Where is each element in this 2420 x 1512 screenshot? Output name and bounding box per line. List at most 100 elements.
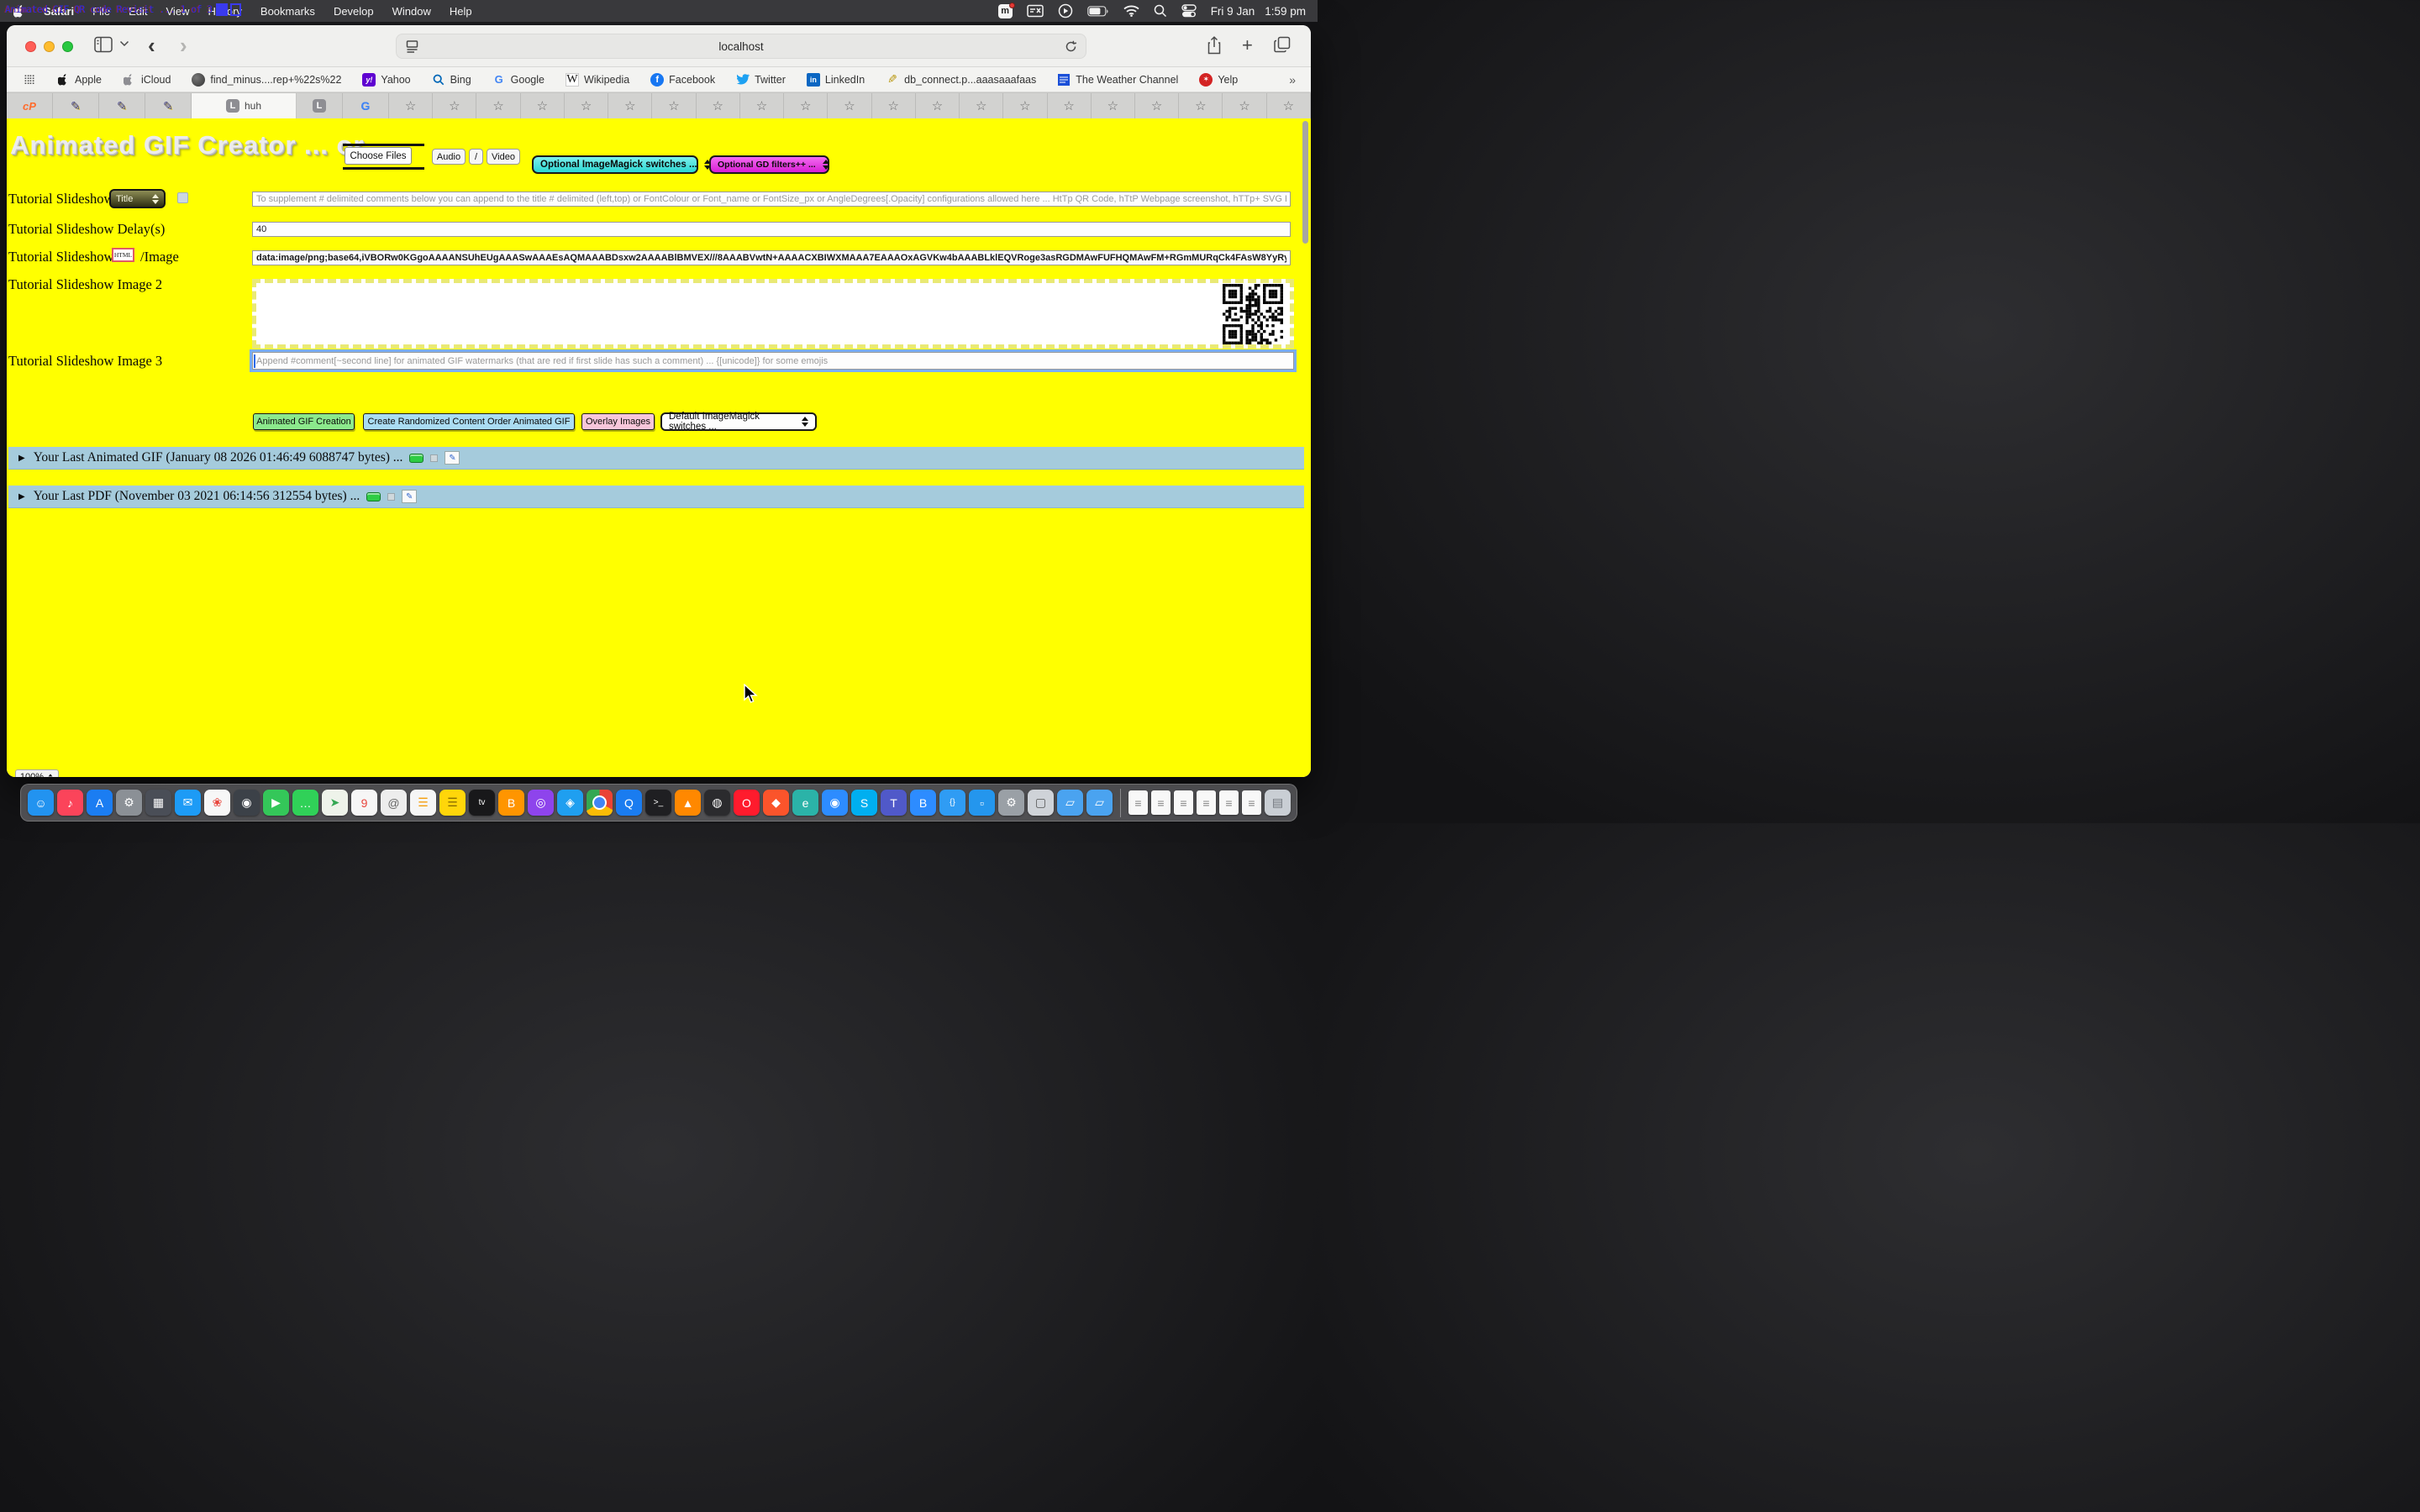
- tab-star[interactable]: ☆: [565, 93, 608, 118]
- tab-active-huh[interactable]: Lhuh: [192, 93, 297, 118]
- dock-facetime-icon[interactable]: ▶: [263, 790, 289, 816]
- last-pdf-summary[interactable]: ▶ Your Last PDF (November 03 2021 06:14:…: [8, 486, 1304, 508]
- bookmark-yahoo[interactable]: y!Yahoo: [362, 73, 410, 87]
- tab-l[interactable]: L: [297, 93, 343, 118]
- tab-star[interactable]: ☆: [916, 93, 960, 118]
- control-center-icon[interactable]: [1181, 4, 1197, 18]
- close-button[interactable]: [25, 41, 36, 52]
- tab-star[interactable]: ☆: [872, 93, 916, 118]
- dock-launchpad-icon[interactable]: ▦: [145, 790, 171, 816]
- dock-brave-icon[interactable]: ◆: [763, 790, 789, 816]
- bookmark-db-connect-p-aaasaaafaas[interactable]: ✎db_connect.p...aaasaaafaas: [886, 73, 1036, 87]
- bookmark-apple[interactable]: Apple: [56, 73, 102, 87]
- sidebar-toggle-icon[interactable]: [94, 36, 113, 53]
- tab-star[interactable]: ☆: [608, 93, 652, 118]
- edit-document-icon[interactable]: ✎: [402, 490, 417, 503]
- dock-document-icon[interactable]: ≡: [1151, 790, 1171, 815]
- dock-document-icon[interactable]: ≡: [1197, 790, 1216, 815]
- spotlight-search-icon[interactable]: [1154, 4, 1167, 18]
- tab-star[interactable]: ☆: [1048, 93, 1092, 118]
- dock-music-icon[interactable]: ♪: [57, 790, 83, 816]
- image2-drop-zone[interactable]: [252, 279, 1294, 349]
- bookmark-grid[interactable]: ⣿⣿: [22, 73, 35, 87]
- share-icon[interactable]: [1207, 36, 1222, 55]
- dock-books-icon[interactable]: B: [498, 790, 524, 816]
- dock-document-icon[interactable]: ≡: [1128, 790, 1148, 815]
- dock-folder-documents-icon[interactable]: ▱: [1086, 790, 1113, 816]
- imagemagick-switches-select[interactable]: Optional ImageMagick switches ...: [532, 155, 698, 174]
- dock-contacts-icon[interactable]: @: [381, 790, 407, 816]
- dock-photos-icon[interactable]: ❀: [204, 790, 230, 816]
- edit-document-icon[interactable]: ✎: [445, 451, 460, 465]
- dock-document-icon[interactable]: ≡: [1219, 790, 1239, 815]
- slash-button[interactable]: /: [469, 149, 483, 165]
- title-supplement-input[interactable]: [252, 192, 1291, 207]
- tab-star[interactable]: ☆: [960, 93, 1003, 118]
- tab-star[interactable]: ☆: [1135, 93, 1179, 118]
- dock-docker-icon[interactable]: ▫: [969, 790, 995, 816]
- tab-star[interactable]: ☆: [1267, 93, 1311, 118]
- dock-notes-icon[interactable]: ☰: [439, 790, 466, 816]
- mini-square-icon[interactable]: [387, 493, 395, 501]
- mini-square-icon[interactable]: [430, 454, 438, 462]
- tab-star[interactable]: ☆: [697, 93, 740, 118]
- dock-system-settings-icon[interactable]: ⚙: [116, 790, 142, 816]
- dock-skype-icon[interactable]: S: [851, 790, 877, 816]
- tab-overview-icon[interactable]: [1274, 36, 1291, 53]
- bookmark-wikipedia[interactable]: WWikipedia: [566, 73, 629, 87]
- dock-tv-icon[interactable]: tv: [469, 790, 495, 816]
- dock-photo-booth-icon[interactable]: ◉: [234, 790, 260, 816]
- dock-trash-icon[interactable]: ▤: [1265, 790, 1291, 816]
- menu-clock[interactable]: 1:59 pm: [1265, 5, 1306, 18]
- randomized-gif-button[interactable]: Create Randomized Content Order Animated…: [363, 413, 575, 430]
- dock-edge-icon[interactable]: e: [792, 790, 818, 816]
- bookmark-bing[interactable]: Bing: [432, 73, 471, 87]
- menu-date[interactable]: Fri 9 Jan: [1211, 5, 1255, 18]
- bookmark-google[interactable]: GGoogle: [492, 73, 544, 87]
- tab-pencil[interactable]: ✎: [53, 93, 99, 118]
- dock-chrome-icon[interactable]: [587, 790, 613, 816]
- page-format-icon[interactable]: [405, 39, 419, 58]
- tab-star[interactable]: ☆: [476, 93, 520, 118]
- dock-terminal-icon[interactable]: >_: [645, 790, 671, 816]
- bookmark-icloud[interactable]: iCloud: [123, 73, 171, 87]
- tab-star[interactable]: ☆: [652, 93, 696, 118]
- tab-pencil[interactable]: ✎: [99, 93, 145, 118]
- default-imagemagick-select[interactable]: Default ImageMagick switches ...: [660, 412, 817, 431]
- minimize-button[interactable]: [44, 41, 55, 52]
- new-tab-icon[interactable]: +: [1242, 34, 1253, 56]
- bookmark-twitter[interactable]: Twitter: [736, 73, 786, 87]
- bookmark-facebook[interactable]: fFacebook: [650, 73, 715, 87]
- menu-extra-app-icon[interactable]: m: [998, 4, 1013, 18]
- disclosure-triangle-icon[interactable]: ▶: [18, 492, 25, 501]
- tab-star[interactable]: ☆: [740, 93, 784, 118]
- tab-star[interactable]: ☆: [521, 93, 565, 118]
- tab-star[interactable]: ☆: [433, 93, 476, 118]
- tab-star[interactable]: ☆: [1223, 93, 1266, 118]
- dock-podcasts-icon[interactable]: ◎: [528, 790, 554, 816]
- dock-messages-icon[interactable]: …: [292, 790, 318, 816]
- animated-gif-creation-button[interactable]: Animated GIF Creation: [253, 413, 355, 430]
- menu-item-bookmarks[interactable]: Bookmarks: [260, 5, 315, 18]
- bookmark-find-minus-rep-22s-22[interactable]: find_minus....rep+%22s%22: [192, 73, 341, 87]
- tab-pencil[interactable]: ✎: [145, 93, 192, 118]
- audio-button[interactable]: Audio: [432, 149, 466, 165]
- gif-chip-icon[interactable]: [366, 492, 381, 501]
- last-animated-gif-summary[interactable]: ▶ Your Last Animated GIF (January 08 202…: [8, 447, 1304, 470]
- choose-files-button[interactable]: Choose Files: [345, 147, 412, 165]
- tab-star[interactable]: ☆: [1092, 93, 1135, 118]
- now-playing-icon[interactable]: [1058, 3, 1073, 18]
- page-scrollbar[interactable]: [1302, 121, 1308, 244]
- menu-item-window[interactable]: Window: [392, 5, 431, 18]
- dock-document-icon[interactable]: ≡: [1242, 790, 1261, 815]
- dock-maps-icon[interactable]: ➤: [322, 790, 348, 816]
- tab-star[interactable]: ☆: [389, 93, 433, 118]
- overlay-images-button[interactable]: Overlay Images: [581, 413, 655, 430]
- dock-obs-icon[interactable]: ◍: [704, 790, 730, 816]
- dock-bluetooth-app-icon[interactable]: B: [910, 790, 936, 816]
- dock-display-icon[interactable]: ▢: [1028, 790, 1054, 816]
- tab-star[interactable]: ☆: [1003, 93, 1047, 118]
- tab-star[interactable]: ☆: [784, 93, 828, 118]
- slideshow-type-select[interactable]: Title: [109, 189, 166, 208]
- gd-filters-select[interactable]: Optional GD filters++ ...: [709, 155, 829, 174]
